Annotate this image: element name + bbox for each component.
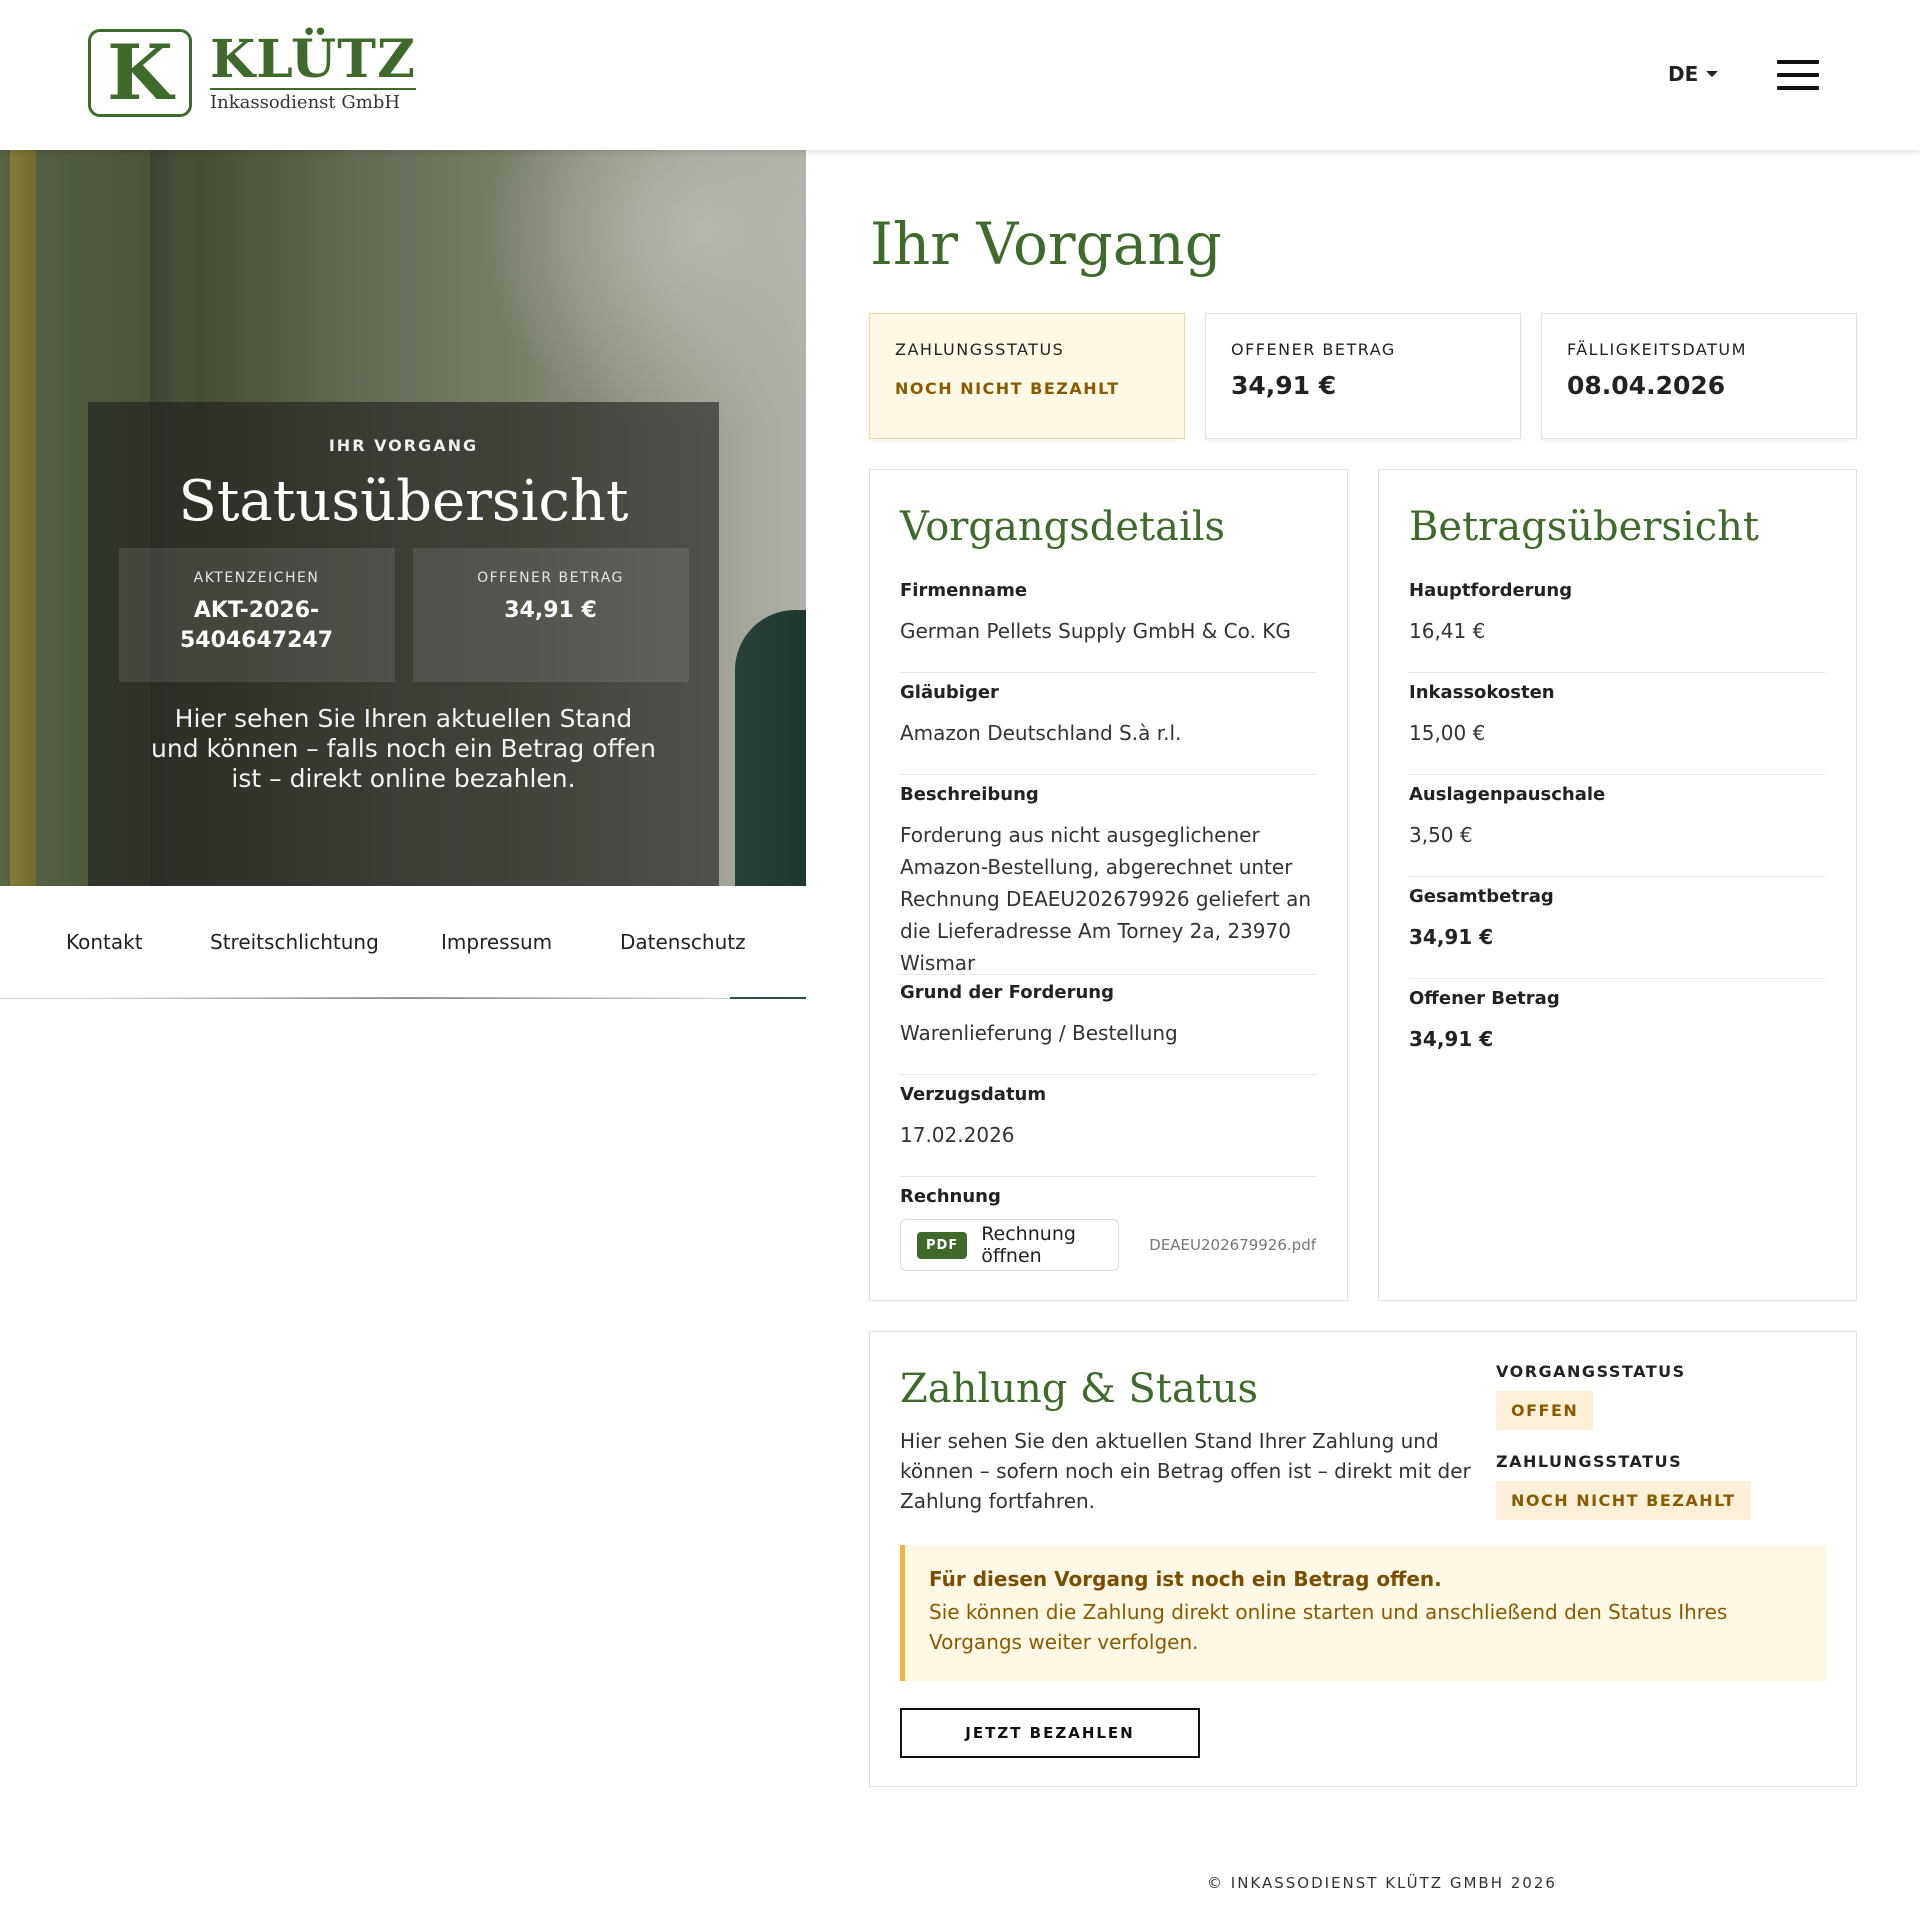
- amount-value: 3,50 €: [1409, 823, 1473, 847]
- open-amount-alert: Für diesen Vorgang ist noch ein Betrag o…: [900, 1545, 1826, 1681]
- copyright: © INKASSODIENST KLÜTZ GMBH 2026: [1207, 1874, 1557, 1892]
- footer-link-streitschlichtung[interactable]: Streitschlichtung: [210, 930, 379, 954]
- summary-label: OFFENER BETRAG: [1231, 340, 1396, 359]
- payment-status-card: Zahlung & Status Hier sehen Sie den aktu…: [869, 1331, 1857, 1787]
- footer-link-datenschutz[interactable]: Datenschutz: [620, 930, 746, 954]
- summary-open-amount: OFFENER BETRAG 34,91 €: [1205, 313, 1521, 439]
- site-header: K KLÜTZ Inkassodienst GmbH DE: [0, 0, 1920, 150]
- hero-box-value: 34,91 €: [504, 598, 597, 623]
- amount-value: 34,91 €: [1409, 1027, 1494, 1051]
- invoice-label: Rechnung: [900, 1186, 1001, 1207]
- footer-nav: Kontakt Streitschlichtung Impressum Date…: [0, 886, 806, 999]
- detail-label: Firmenname: [900, 580, 1028, 601]
- payment-status-badge: NOCH NICHT BEZAHLT: [1496, 1481, 1751, 1520]
- hero-kicker: IHR VORGANG: [328, 436, 479, 455]
- open-invoice-button[interactable]: PDF Rechnung öffnen: [900, 1219, 1120, 1271]
- hero-panel: IHR VORGANG Statusübersicht AKTENZEICHEN…: [88, 402, 719, 886]
- case-status: VORGANGSSTATUS OFFEN: [1496, 1362, 1686, 1430]
- amount-value: 15,00 €: [1409, 721, 1486, 745]
- hero-info-boxes: AKTENZEICHEN AKT-2026-5404647247 OFFENER…: [88, 548, 719, 682]
- alert-text: Sie können die Zahlung direkt online sta…: [929, 1600, 1728, 1654]
- pdf-icon: PDF: [917, 1231, 968, 1259]
- hero-box-label: AKTENZEICHEN: [193, 570, 320, 586]
- footer-divider: [90, 997, 730, 999]
- amount-field: Auslagenpauschale 3,50 €: [1409, 784, 1825, 877]
- alert-title: Für diesen Vorgang ist noch ein Betrag o…: [929, 1567, 1442, 1591]
- logo-subtitle: Inkassodienst GmbH: [210, 91, 401, 113]
- logo-letter: K: [106, 28, 174, 117]
- detail-value: Warenlieferung / Bestellung: [900, 1021, 1178, 1045]
- invoice-field: Rechnung PDF Rechnung öffnen DEAEU202679…: [900, 1186, 1316, 1286]
- payment-status-text: Hier sehen Sie den aktuellen Stand Ihrer…: [900, 1429, 1471, 1513]
- summary-value: 34,91 €: [1231, 371, 1337, 400]
- payment-status-label: ZAHLUNGSSTATUS: [1496, 1452, 1683, 1471]
- amount-label: Auslagenpauschale: [1409, 784, 1606, 805]
- hamburger-menu-icon[interactable]: [1777, 60, 1819, 90]
- footer-divider: [730, 997, 806, 999]
- invoice-filename: DEAEU202679926.pdf: [1149, 1236, 1316, 1254]
- hero-text: Hier sehen Sie Ihren aktuellen Stand und…: [151, 704, 656, 793]
- logo-text: KLÜTZ Inkassodienst GmbH: [210, 28, 416, 113]
- summary-label: ZAHLUNGSSTATUS: [895, 340, 1065, 359]
- logo-mark: K: [88, 29, 192, 117]
- detail-field: Verzugsdatum 17.02.2026: [900, 1084, 1316, 1177]
- caret-down-icon: [1706, 71, 1719, 77]
- amount-field: Gesamtbetrag 34,91 €: [1409, 886, 1825, 979]
- summary-due-date: FÄLLIGKEITSDATUM 08.04.2026: [1541, 313, 1857, 439]
- summary-value: 08.04.2026: [1567, 371, 1726, 400]
- hero-section: IHR VORGANG Statusübersicht AKTENZEICHEN…: [0, 150, 806, 886]
- open-invoice-label: Rechnung öffnen: [981, 1223, 1076, 1267]
- case-status-label: VORGANGSSTATUS: [1496, 1362, 1686, 1381]
- logo-name: KLÜTZ: [210, 28, 416, 90]
- detail-label: Verzugsdatum: [900, 1084, 1047, 1105]
- amount-field: Offener Betrag 34,91 €: [1409, 988, 1825, 1080]
- language-code: DE: [1668, 62, 1699, 86]
- detail-field: Gläubiger Amazon Deutschland S.à r.l.: [900, 682, 1316, 775]
- pay-now-button[interactable]: JETZT BEZAHLEN: [900, 1708, 1200, 1758]
- footer-link-kontakt[interactable]: Kontakt: [66, 930, 143, 954]
- summary-label: FÄLLIGKEITSDATUM: [1567, 340, 1747, 359]
- amount-overview-title: Betragsübersicht: [1409, 504, 1759, 550]
- hero-title: Statusübersicht: [178, 469, 629, 534]
- hero-box-open-amount: OFFENER BETRAG 34,91 €: [412, 548, 689, 682]
- amount-label: Inkassokosten: [1409, 682, 1555, 703]
- detail-value: Forderung aus nicht ausgeglichener Amazo…: [900, 823, 1312, 975]
- payment-status: ZAHLUNGSSTATUS NOCH NICHT BEZAHLT: [1496, 1452, 1751, 1520]
- page-title: Ihr Vorgang: [870, 210, 1222, 278]
- detail-value: German Pellets Supply GmbH & Co. KG: [900, 619, 1291, 643]
- detail-label: Grund der Forderung: [900, 982, 1114, 1003]
- case-status-badge: OFFEN: [1496, 1391, 1594, 1430]
- detail-label: Beschreibung: [900, 784, 1039, 805]
- amount-field: Inkassokosten 15,00 €: [1409, 682, 1825, 775]
- amount-label: Hauptforderung: [1409, 580, 1573, 601]
- language-selector[interactable]: DE: [1668, 62, 1719, 86]
- amount-overview-card: Betragsübersicht Hauptforderung 16,41 € …: [1378, 469, 1857, 1301]
- company-logo[interactable]: K KLÜTZ Inkassodienst GmbH: [88, 29, 416, 117]
- hero-box-label: OFFENER BETRAG: [477, 570, 624, 586]
- amount-value: 16,41 €: [1409, 619, 1486, 643]
- hero-box-file-number: AKTENZEICHEN AKT-2026-5404647247: [118, 548, 395, 682]
- amount-value: 34,91 €: [1409, 925, 1494, 949]
- detail-value: 17.02.2026: [900, 1123, 1015, 1147]
- detail-field: Firmenname German Pellets Supply GmbH & …: [900, 580, 1316, 673]
- case-details-title: Vorgangsdetails: [900, 504, 1226, 550]
- detail-field: Grund der Forderung Warenlieferung / Bes…: [900, 982, 1316, 1075]
- hero-box-value: AKT-2026-5404647247: [179, 598, 334, 653]
- amount-field: Hauptforderung 16,41 €: [1409, 580, 1825, 673]
- case-details-card: Vorgangsdetails Firmenname German Pellet…: [869, 469, 1348, 1301]
- amount-label: Offener Betrag: [1409, 988, 1560, 1009]
- detail-field: Beschreibung Forderung aus nicht ausgegl…: [900, 784, 1316, 975]
- summary-payment-status: ZAHLUNGSSTATUS NOCH NICHT BEZAHLT: [869, 313, 1185, 439]
- detail-label: Gläubiger: [900, 682, 999, 703]
- payment-status-title: Zahlung & Status: [900, 1366, 1259, 1412]
- summary-status-value: NOCH NICHT BEZAHLT: [895, 379, 1120, 398]
- amount-label: Gesamtbetrag: [1409, 886, 1554, 907]
- detail-value: Amazon Deutschland S.à r.l.: [900, 721, 1182, 745]
- footer-link-impressum[interactable]: Impressum: [441, 930, 552, 954]
